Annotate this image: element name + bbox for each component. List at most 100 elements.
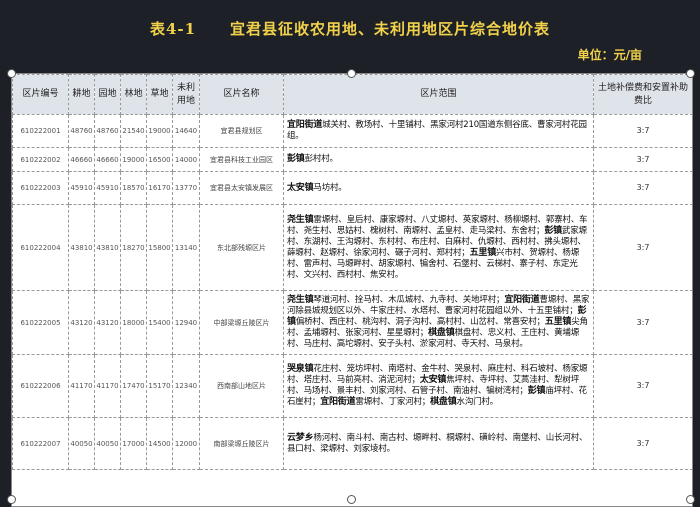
unused-price-cell: 13770 [172,171,200,205]
village-list: 杨河村、南斗村、南古村、塬畔村、桐塬村、磺岭村、南堡村、山长河村、县口村、梁塬村… [287,432,588,454]
grass-price-cell: 15800 [146,204,173,291]
village-list: 琴道河村、拴马村、木瓜城村、九寺村、关地坪村； [313,295,505,305]
village-list: 城关村、教场村、十里铺村、黑家河村210国道东侧谷底、曹家河村花园组。 [287,120,587,141]
land-price-table: 区片编号 耕地 园地 林地 草地 未利用地 区片名称 区片范围 土地补偿费和安置… [12,74,692,470]
resize-handle-bottom-left[interactable] [7,495,16,504]
village-list: 偏桥村、西庄村、桃沟村、洞子沟村、高村村、山岔村、常喜安村； [295,317,545,327]
compensation-ratio-cell: 3:7 [593,204,692,291]
zone-name-cell: 南部梁塬丘陵区片 [199,417,284,470]
header-unused: 未利用地 [172,74,200,115]
resize-handle-bottom-right[interactable] [686,495,695,504]
garden-price-cell: 45910 [94,171,121,205]
cultivated-price-cell: 46660 [68,147,95,172]
zone-range-cell: 尧生镇雷塬村、皇后村、康家塬村、八丈塬村、英家塬村、杨柳塬村、郭寨村、车村、尧生… [283,204,594,291]
resize-handle-top-right[interactable] [686,69,695,78]
header-grass: 草地 [146,74,173,115]
garden-price-cell: 40050 [94,417,121,470]
grass-price-cell: 19000 [146,114,173,148]
header-zone-code: 区片编号 [12,74,69,115]
township-name: 五里镇 [469,247,497,258]
forest-price-cell: 18270 [120,204,147,291]
table-title: 表4-1 宜君县征收农用地、未利用地区片综合地价表 [0,18,700,39]
village-list: 马坊村。 [313,182,347,193]
township-name: 棋盘镇 [430,397,457,407]
unused-price-cell: 12340 [172,354,200,418]
grass-price-cell: 15400 [146,290,173,355]
zone-code-cell: 610222002 [12,147,69,172]
table-row: 610222004 43810 43810 18270 15800 13140 东北部残塬区… [12,204,692,291]
grass-price-cell: 15170 [146,354,173,418]
zone-code-cell: 610222003 [12,171,69,205]
compensation-ratio-cell: 3:7 [593,147,692,172]
township-name: 五里镇 [544,317,572,327]
zone-name-cell: 宜君县太安镇发展区 [199,171,284,205]
resize-handle-top-middle[interactable] [347,69,356,78]
table-title-text: 宜君县征收农用地、未利用地区片综合地价表 [230,20,551,38]
township-name: 云梦乡 [287,432,314,443]
unused-price-cell: 13140 [172,204,200,291]
header-zone-range: 区片范围 [283,74,594,115]
zone-name-cell: 西南部山地区片 [199,354,284,418]
resize-handle-bottom-middle[interactable] [347,495,356,504]
header-cultivated: 耕地 [68,74,95,115]
forest-price-cell: 18570 [120,171,147,205]
township-name: 太安镇 [287,182,314,193]
village-list: 彭村村。 [304,154,338,164]
village-list: 雷塬村、丁家河村； [355,397,431,407]
garden-price-cell: 43120 [94,290,121,355]
township-name: 尧生镇 [287,214,314,225]
header-forest: 林地 [120,74,147,115]
compensation-ratio-cell: 3:7 [593,290,692,355]
cultivated-price-cell: 43810 [68,204,95,291]
compensation-ratio-cell: 3:7 [593,417,692,470]
township-name: 彭镇 [527,386,546,396]
table-row: 610222002 46660 46660 19000 16500 14000 宜君县科技工… [12,147,692,172]
zone-range-cell: 尧生镇琴道河村、拴马村、木瓜城村、九寺村、关地坪村；宜阳街道曹塬村、黑家河除县城… [283,290,594,355]
zone-name-cell: 宜君县科技工业园区 [199,147,284,172]
unused-price-cell: 14000 [172,147,200,172]
zone-range-cell: 哭泉镇花庄村、笼坊坪村、南塔村、金牛村、哭泉村、麻庄村、科石坡村、杨家塬村、塔庄… [283,354,594,418]
zone-name-cell: 中部梁塬丘陵区片 [199,290,284,355]
cultivated-price-cell: 40050 [68,417,95,470]
forest-price-cell: 17470 [120,354,147,418]
cultivated-price-cell: 43120 [68,290,95,355]
table-row: 610222003 45910 45910 18570 16170 13770 宜君县太安镇… [12,171,692,205]
zone-code-cell: 610222004 [12,204,69,291]
zone-code-cell: 610222001 [12,114,69,148]
cultivated-price-cell: 45910 [68,171,95,205]
forest-price-cell: 21540 [120,114,147,148]
header-garden: 园地 [94,74,121,115]
garden-price-cell: 48760 [94,114,121,148]
township-name: 太安镇 [419,375,447,385]
table-header-row: 区片编号 耕地 园地 林地 草地 未利用地 区片名称 区片范围 土地补偿费和安置… [12,74,692,115]
compensation-ratio-cell: 3:7 [593,171,692,205]
header-zone-name: 区片名称 [199,74,284,115]
forest-price-cell: 19000 [120,147,147,172]
unused-price-cell: 14640 [172,114,200,148]
table-row: 610222001 48760 48760 21540 19000 14640 宜君县规划区… [12,114,692,148]
compensation-ratio-cell: 3:7 [593,114,692,148]
village-list: 水沟门村。 [456,397,499,407]
zone-range-cell: 云梦乡杨河村、南斗村、南古村、塬畔村、桐塬村、磺岭村、南堡村、山长河村、县口村、… [283,417,594,470]
cultivated-price-cell: 48760 [68,114,95,148]
zone-name-cell: 东北部残塬区片 [199,204,284,291]
zone-range-cell: 太安镇马坊村。 [283,171,594,205]
township-name: 哭泉镇 [287,364,314,374]
unused-price-cell: 12940 [172,290,200,355]
table-body: 610222001 48760 48760 21540 19000 14640 宜君县规划区… [12,114,692,470]
unit-label: 单位：元/亩 [577,48,642,62]
table-row: 610222005 43120 43120 18000 15400 12940 中部梁塬丘陵… [12,290,692,355]
zone-range-cell: 彭镇彭村村。 [283,147,594,172]
garden-price-cell: 46660 [94,147,121,172]
grass-price-cell: 16170 [146,171,173,205]
township-name: 彭镇 [544,225,562,236]
cultivated-price-cell: 41170 [68,354,95,418]
forest-price-cell: 17000 [120,417,147,470]
table-row: 610222007 40050 40050 17000 14500 12000 南部梁塬丘陵… [12,417,692,470]
compensation-ratio-cell: 3:7 [593,354,692,418]
zone-code-cell: 610222006 [12,354,69,418]
resize-handle-top-left[interactable] [7,69,16,78]
township-name: 彭镇 [287,154,305,164]
table-row: 610222006 41170 41170 17470 15170 12340 西南部山地区… [12,354,692,418]
forest-price-cell: 18000 [120,290,147,355]
